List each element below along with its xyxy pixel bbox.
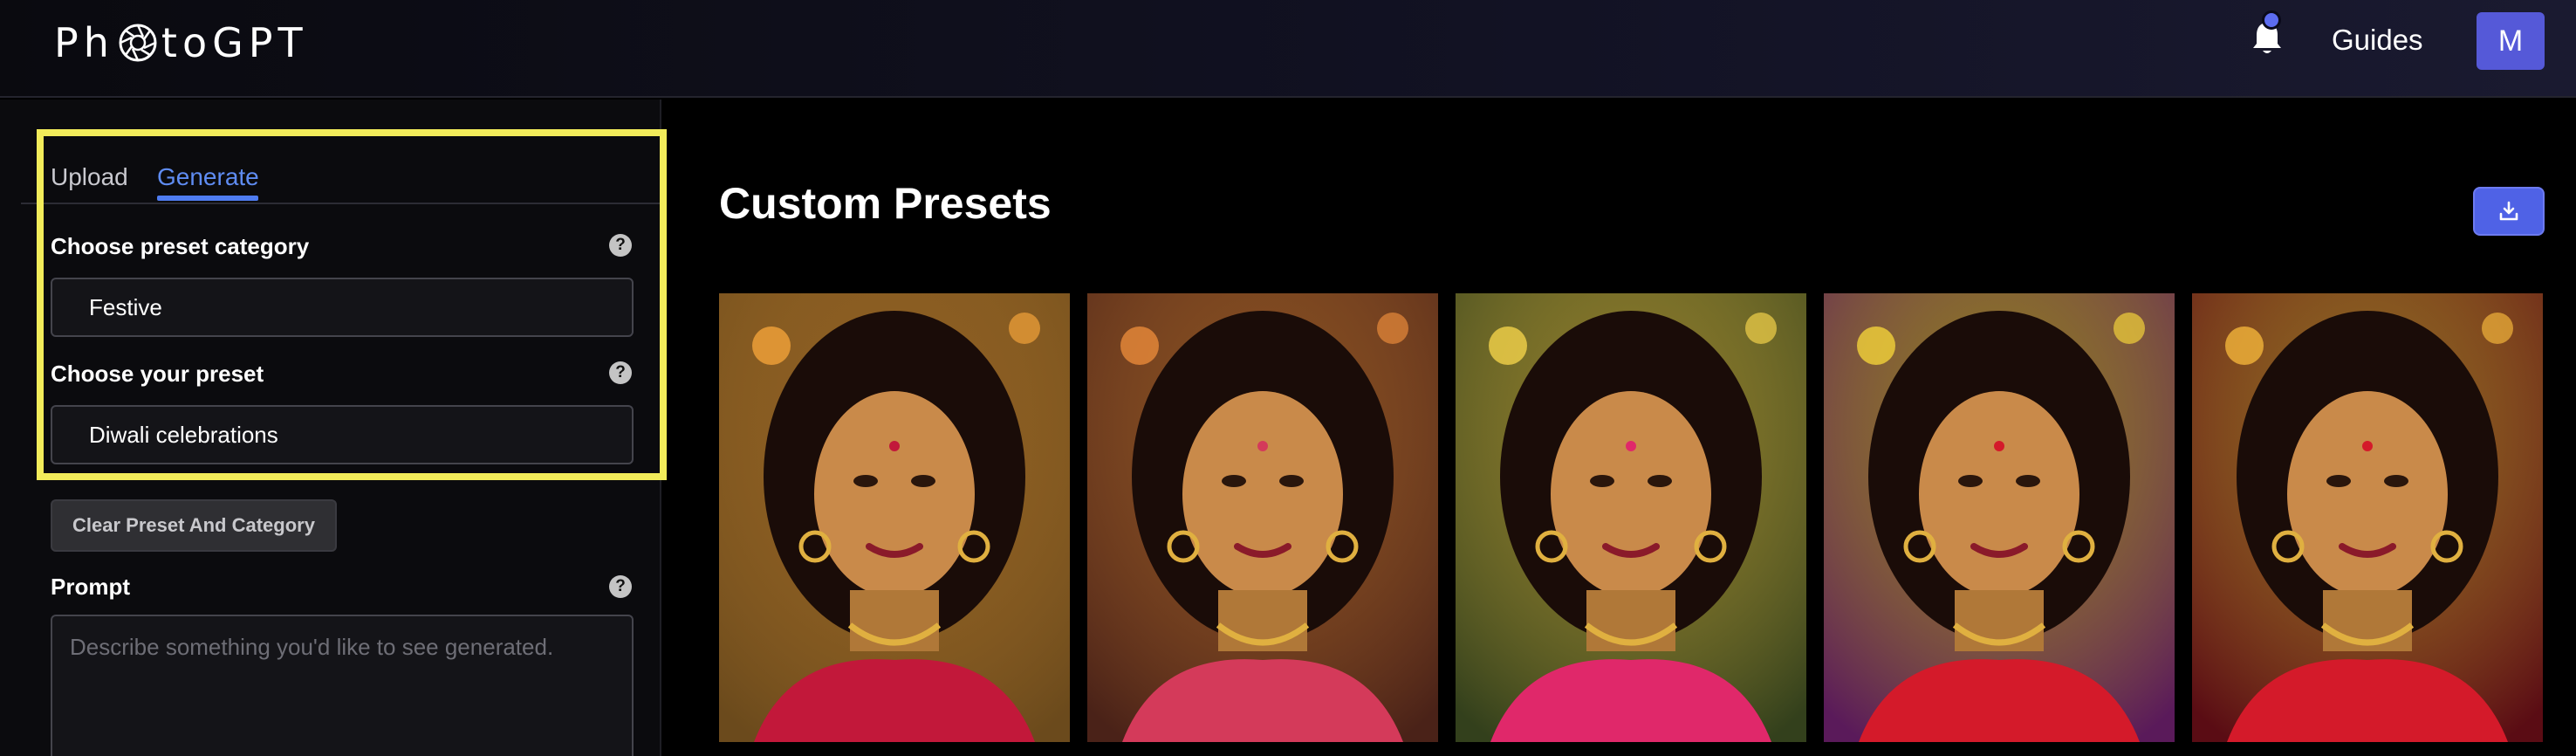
preset-label: Choose your preset: [51, 361, 264, 387]
download-button[interactable]: [2473, 187, 2545, 236]
notification-dot: [2262, 10, 2281, 30]
aperture-icon: [119, 24, 157, 62]
preset-image[interactable]: [1824, 293, 2175, 742]
page-title: Custom Presets: [719, 179, 1052, 228]
logo[interactable]: Ph toGPT: [54, 19, 308, 66]
preset-help-icon[interactable]: ?: [609, 361, 632, 384]
clear-preset-button[interactable]: Clear Preset And Category: [51, 499, 337, 552]
top-navbar: Ph toGPT Guides M: [0, 0, 2576, 98]
prompt-help-icon[interactable]: ?: [609, 575, 632, 598]
download-icon: [2499, 201, 2518, 221]
active-tab-indicator: [157, 196, 258, 201]
guides-link[interactable]: Guides: [2332, 23, 2423, 58]
preset-image[interactable]: [1456, 293, 1806, 742]
tab-generate[interactable]: Generate: [157, 159, 259, 196]
tabs-divider: [21, 203, 661, 204]
category-help-icon[interactable]: ?: [609, 234, 632, 257]
tab-upload[interactable]: Upload: [51, 159, 128, 196]
logo-text-end: toGPT: [161, 19, 308, 66]
preset-image[interactable]: [1087, 293, 1438, 742]
prompt-input[interactable]: [51, 615, 634, 756]
category-select[interactable]: Festive: [51, 278, 634, 337]
preset-select[interactable]: Diwali celebrations: [51, 405, 634, 464]
category-label: Choose preset category: [51, 233, 310, 259]
avatar[interactable]: M: [2477, 12, 2545, 70]
logo-text-start: Ph: [54, 19, 114, 66]
prompt-label: Prompt: [51, 574, 130, 600]
preset-image[interactable]: [719, 293, 1070, 742]
preset-image[interactable]: [2192, 293, 2543, 742]
